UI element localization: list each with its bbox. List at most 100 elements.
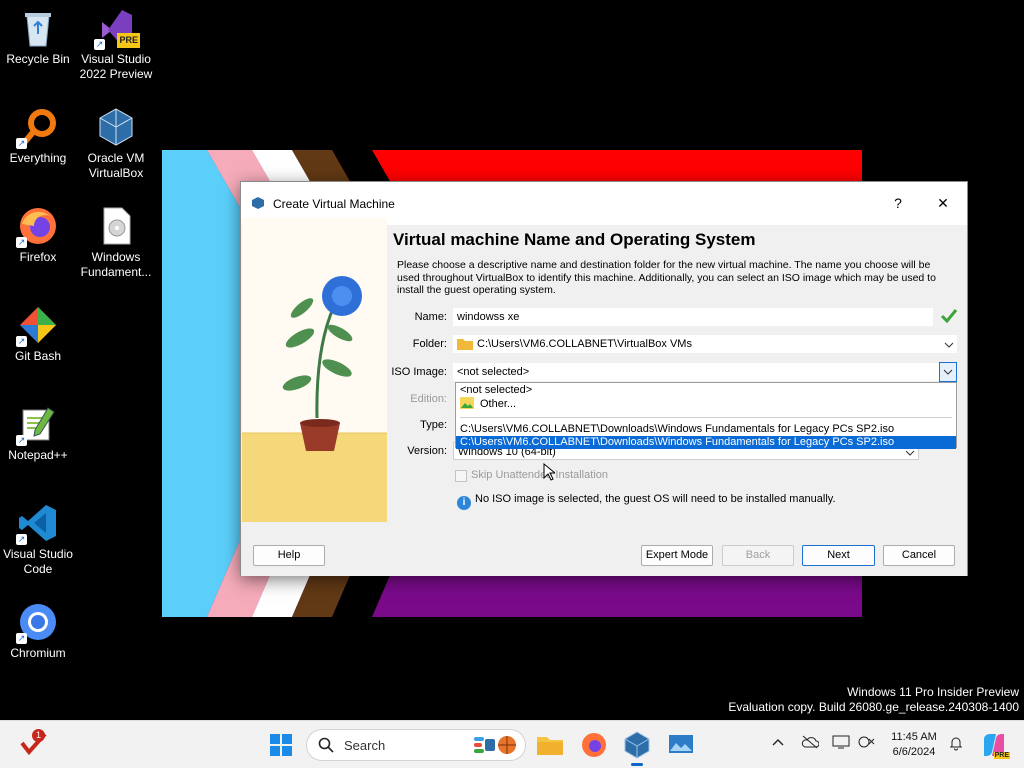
dropdown-option-other[interactable]: Other... bbox=[458, 397, 516, 410]
start-button[interactable] bbox=[265, 729, 297, 761]
show-hidden-icons-chevron-up-icon[interactable] bbox=[772, 735, 784, 750]
next-button[interactable]: Next bbox=[802, 545, 875, 566]
desktop-icon-chromium[interactable]: ↗ Chromium bbox=[0, 602, 78, 661]
taskbar: 1 Search 11:45 AM 6/6/2024 PRE bbox=[0, 720, 1024, 768]
wizard-illustration bbox=[242, 218, 387, 522]
close-icon[interactable]: ✕ bbox=[928, 191, 958, 215]
taskbar-file-explorer[interactable] bbox=[534, 729, 566, 761]
iso-dropdown-list: <not selected> Other... C:\Users\VM6.COL… bbox=[455, 382, 957, 449]
desktop-icon-notepad-plus-plus[interactable]: ↗ Notepad++ bbox=[0, 404, 78, 463]
chevron-down-icon bbox=[943, 369, 953, 375]
display-icon[interactable] bbox=[832, 735, 850, 752]
shortcut-arrow-icon: ↗ bbox=[94, 39, 105, 50]
create-vm-dialog: Create Virtual Machine ? ✕ Virtual machi… bbox=[240, 181, 968, 576]
pre-badge: PRE bbox=[117, 33, 140, 48]
taskbar-clock[interactable]: 11:45 AM 6/6/2024 bbox=[880, 730, 948, 760]
image-file-icon bbox=[460, 397, 474, 413]
desktop-icon-git-bash[interactable]: ↗ Git Bash bbox=[0, 305, 78, 364]
virtualbox-icon bbox=[624, 731, 650, 759]
windows-watermark: Windows 11 Pro Insider Preview Evaluatio… bbox=[728, 685, 1019, 715]
iso-image-combobox[interactable]: <not selected> bbox=[453, 362, 957, 382]
desktop-icon-visual-studio-code[interactable]: ↗ Visual Studio Code bbox=[0, 503, 78, 577]
taskbar-search-box[interactable]: Search bbox=[306, 729, 526, 761]
shortcut-arrow-icon: ↗ bbox=[16, 237, 27, 248]
page-description: Please choose a descriptive name and des… bbox=[397, 259, 936, 296]
page-heading: Virtual machine Name and Operating Syste… bbox=[393, 230, 756, 249]
iso-image-label: ISO Image: bbox=[391, 366, 447, 378]
recycle-bin-icon bbox=[18, 8, 58, 48]
pre-badge: PRE bbox=[993, 752, 1010, 759]
desktop-icon-windows-fundamentals[interactable]: Windows Fundament... bbox=[76, 206, 156, 280]
git-bash-icon: ↗ bbox=[16, 305, 58, 347]
chevron-down-icon bbox=[944, 338, 954, 348]
desktop-icon-label: Visual Studio Code bbox=[3, 547, 73, 576]
search-icon bbox=[318, 737, 334, 758]
vm-screen-icon bbox=[669, 735, 693, 753]
skip-unattended-checkbox[interactable] bbox=[455, 470, 467, 482]
version-label: Version: bbox=[407, 445, 447, 457]
cancel-button[interactable]: Cancel bbox=[883, 545, 955, 566]
notifications-bell-icon[interactable] bbox=[948, 735, 964, 754]
expert-mode-button[interactable]: Expert Mode bbox=[641, 545, 713, 566]
name-input[interactable]: windowss xe bbox=[453, 308, 933, 326]
edition-label: Edition: bbox=[410, 393, 447, 405]
dropdown-option-not-selected[interactable]: <not selected> bbox=[458, 384, 532, 397]
dialog-title: Create Virtual Machine bbox=[273, 197, 395, 211]
watermark-line-1: Windows 11 Pro Insider Preview bbox=[847, 685, 1019, 699]
taskbar-notification-app[interactable]: 1 bbox=[18, 729, 50, 761]
help-icon[interactable]: ? bbox=[883, 191, 913, 215]
mouse-cursor-icon bbox=[543, 462, 557, 486]
info-icon: i bbox=[457, 496, 471, 510]
back-button[interactable]: Back bbox=[722, 545, 794, 566]
search-highlight-icon bbox=[473, 734, 521, 761]
folder-label: Folder: bbox=[412, 338, 447, 350]
iso-image-value: <not selected> bbox=[457, 366, 530, 378]
desktop-icon-oracle-vm-virtualbox[interactable]: Oracle VM VirtualBox bbox=[76, 107, 156, 181]
dialog-button-bar: Help Expert Mode Back Next Cancel bbox=[241, 534, 967, 576]
dropdown-option-iso-path-highlighted[interactable]: C:\Users\VM6.COLLABNET\Downloads\Windows… bbox=[456, 436, 956, 449]
desktop-icon-firefox[interactable]: ↗ Firefox bbox=[0, 206, 78, 265]
desktop-icon-label: Firefox bbox=[19, 250, 57, 264]
shortcut-arrow-icon: ↗ bbox=[16, 435, 27, 446]
desktop-icon-label: Notepad++ bbox=[8, 448, 68, 462]
chromium-icon: ↗ bbox=[16, 602, 58, 644]
vscode-icon: ↗ bbox=[16, 503, 58, 545]
shortcut-arrow-icon: ↗ bbox=[16, 138, 27, 149]
copilot-button[interactable]: PRE bbox=[978, 729, 1010, 761]
watermark-line-2: Evaluation copy. Build 26080.ge_release.… bbox=[728, 700, 1019, 714]
skip-unattended-label: Skip Unattended Installation bbox=[471, 469, 608, 481]
dropdown-option-label: Other... bbox=[480, 398, 517, 410]
folder-icon bbox=[457, 338, 473, 356]
desktop-icon-recycle-bin[interactable]: Recycle Bin bbox=[0, 8, 78, 67]
taskbar-virtualbox[interactable] bbox=[621, 729, 653, 766]
shortcut-arrow-icon: ↗ bbox=[16, 534, 27, 545]
desktop-icon-everything[interactable]: ↗ Everything bbox=[0, 107, 78, 166]
folder-icon bbox=[537, 737, 563, 755]
virtualbox-icon bbox=[251, 196, 265, 210]
folder-combobox[interactable]: C:\Users\VM6.COLLABNET\VirtualBox VMs bbox=[453, 335, 957, 353]
type-label: Type: bbox=[420, 419, 447, 431]
notepad-plus-plus-icon: ↗ bbox=[16, 404, 58, 446]
info-text: No ISO image is selected, the guest OS w… bbox=[475, 493, 836, 505]
desktop-icon-label: Visual Studio 2022 Preview bbox=[79, 52, 153, 81]
iso-dropdown-button[interactable] bbox=[939, 362, 957, 382]
dropdown-option-iso-path[interactable]: C:\Users\VM6.COLLABNET\Downloads\Windows… bbox=[458, 423, 894, 436]
taskbar-vm-window[interactable] bbox=[665, 729, 697, 761]
desktop-icon-label: Windows Fundament... bbox=[80, 250, 152, 279]
desktop-icon-visual-studio-2022-preview[interactable]: PRE ↗ Visual Studio 2022 Preview bbox=[76, 8, 156, 82]
help-button[interactable]: Help bbox=[253, 545, 325, 566]
search-placeholder: Search bbox=[344, 738, 386, 753]
onedrive-cloud-icon[interactable] bbox=[801, 735, 820, 752]
valid-checkmark-icon bbox=[940, 308, 958, 329]
firefox-icon: ↗ bbox=[16, 206, 58, 248]
name-label: Name: bbox=[414, 311, 447, 323]
desktop-icon-label: Recycle Bin bbox=[6, 52, 70, 66]
clock-date: 6/6/2024 bbox=[892, 746, 936, 758]
visual-studio-icon: PRE ↗ bbox=[94, 8, 140, 50]
desktop-icon-label: Everything bbox=[9, 151, 67, 165]
folder-path: C:\Users\VM6.COLLABNET\VirtualBox VMs bbox=[477, 338, 692, 350]
virtualbox-icon bbox=[96, 107, 136, 147]
taskbar-firefox[interactable] bbox=[578, 729, 610, 761]
network-status-icon[interactable] bbox=[858, 735, 876, 752]
desktop-icon-label: Oracle VM VirtualBox bbox=[87, 151, 145, 180]
